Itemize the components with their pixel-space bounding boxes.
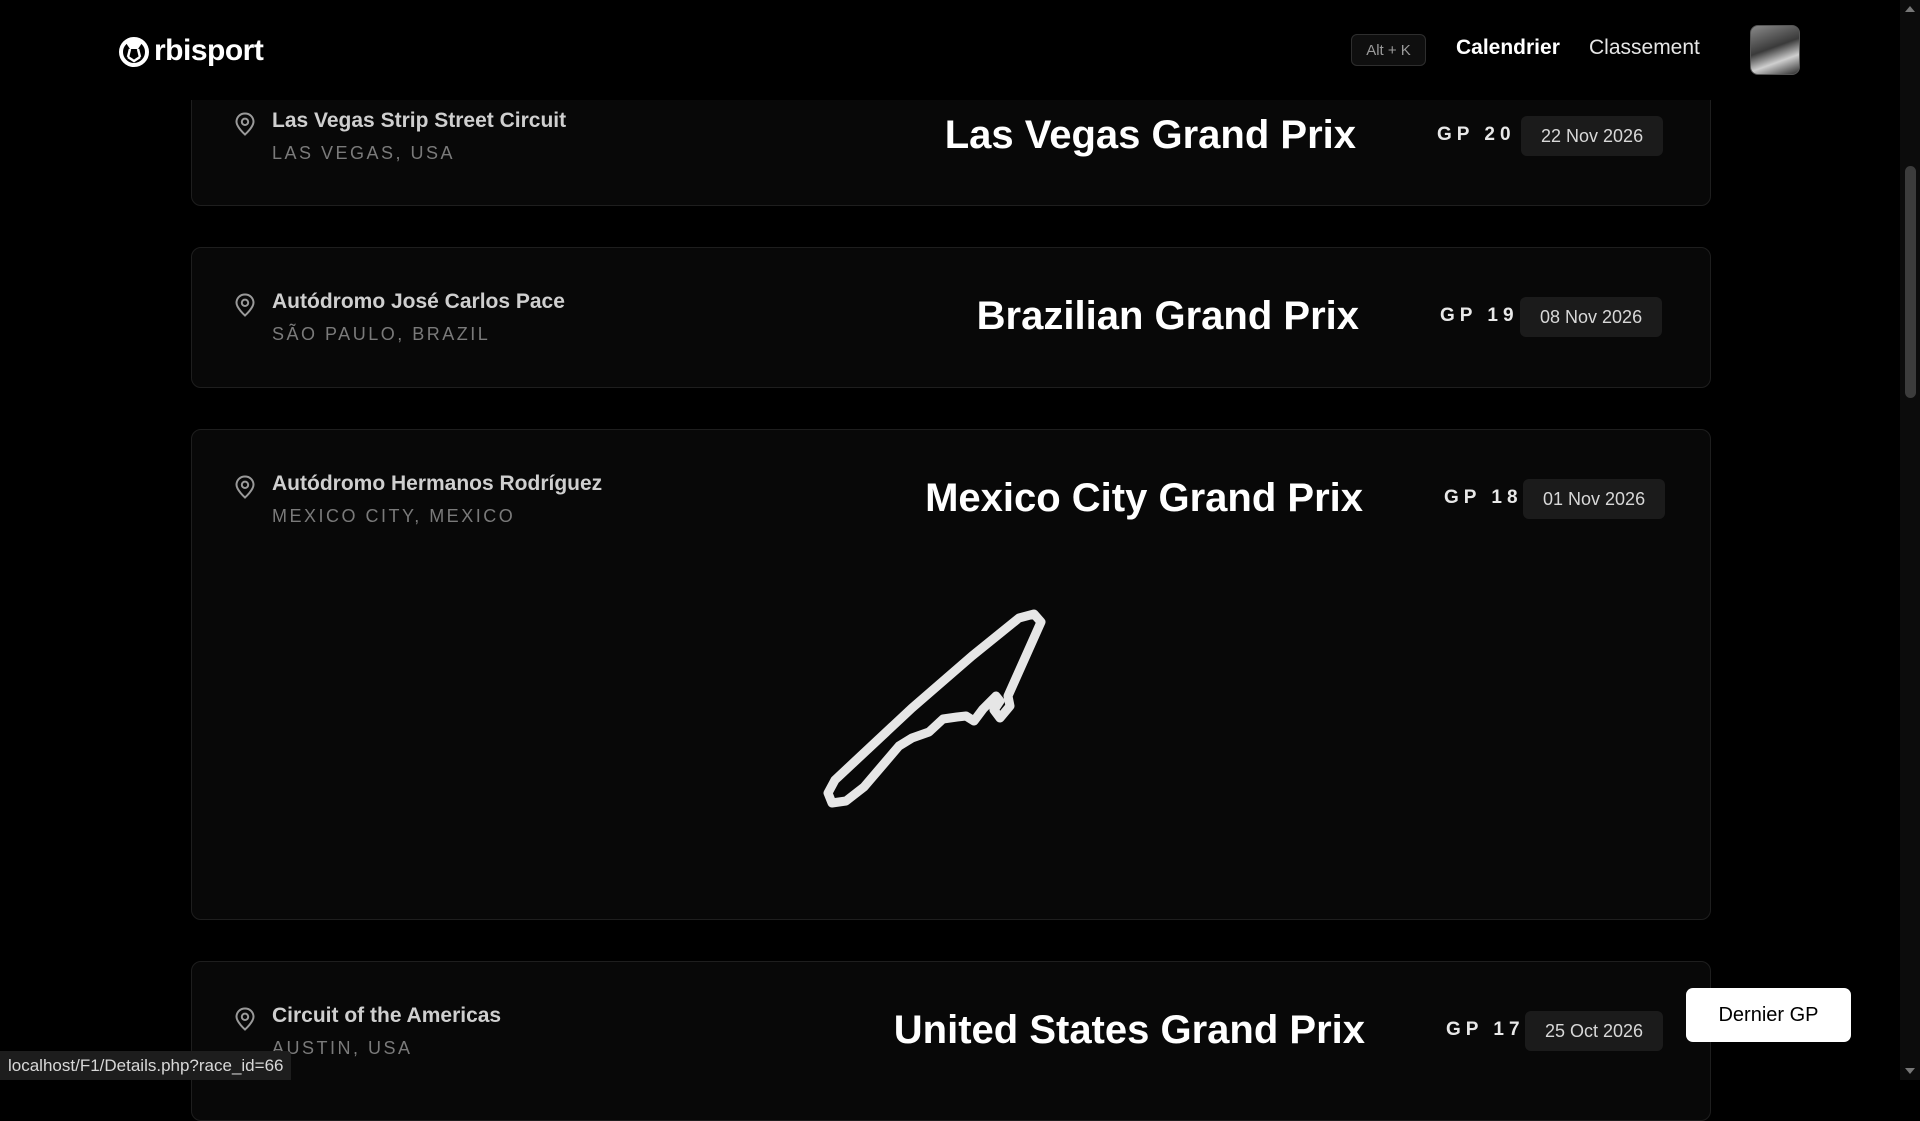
race-card[interactable]: Autódromo Hermanos Rodríguez MEXICO CITY… <box>191 429 1711 920</box>
circuit-name: Circuit of the Americas <box>272 1004 502 1027</box>
race-round: GP 19 <box>1440 305 1519 326</box>
race-date-badge: 08 Nov 2026 <box>1520 297 1663 337</box>
nav-link-calendrier[interactable]: Calendrier <box>1456 36 1560 60</box>
race-round: GP 17 <box>1446 1019 1525 1040</box>
race-date-badge: 25 Oct 2026 <box>1525 1011 1664 1051</box>
page-scrollbar[interactable] <box>1900 0 1920 1080</box>
race-title[interactable]: United States Grand Prix <box>894 1008 1365 1053</box>
top-navbar: rbisport Alt + K Calendrier Classement <box>0 0 1900 100</box>
race-title[interactable]: Brazilian Grand Prix <box>977 294 1359 339</box>
race-round: GP 18 <box>1444 487 1523 508</box>
location-pin-icon <box>235 475 255 499</box>
site-logo[interactable]: rbisport <box>116 30 264 72</box>
race-card[interactable]: Circuit of the Americas AUSTIN, USA Unit… <box>191 961 1711 1121</box>
location-pin-icon <box>235 1007 255 1031</box>
scroll-up-arrow-icon[interactable] <box>1905 6 1915 12</box>
race-title[interactable]: Mexico City Grand Prix <box>925 476 1363 521</box>
scroll-down-arrow-icon[interactable] <box>1905 1068 1915 1074</box>
circuit-location: SÃO PAULO, BRAZIL <box>272 324 491 344</box>
user-avatar[interactable] <box>1750 25 1800 75</box>
race-round: GP 20 <box>1437 124 1516 145</box>
link-status-bar: localhost/F1/Details.php?race_id=66 <box>0 1051 292 1080</box>
circuit-name: Autódromo José Carlos Pace <box>272 290 565 313</box>
circuit-name: Autódromo Hermanos Rodríguez <box>272 472 603 495</box>
location-pin-icon <box>235 293 255 317</box>
orbisport-logo-icon <box>119 37 149 67</box>
race-card[interactable]: Autódromo José Carlos Pace SÃO PAULO, BR… <box>191 247 1711 388</box>
circuit-location: MEXICO CITY, MEXICO <box>272 506 516 526</box>
last-gp-button[interactable]: Dernier GP <box>1686 988 1851 1042</box>
circuit-location: AUSTIN, USA <box>272 1038 413 1058</box>
mexico-city-track-map <box>823 609 1046 808</box>
race-title[interactable]: Las Vegas Grand Prix <box>945 113 1356 158</box>
search-shortcut-hint[interactable]: Alt + K <box>1351 34 1426 66</box>
race-date-badge: 01 Nov 2026 <box>1523 479 1666 519</box>
nav-link-classement[interactable]: Classement <box>1589 36 1700 60</box>
circuit-name: Las Vegas Strip Street Circuit <box>272 109 567 132</box>
logo-text: rbisport <box>154 34 264 67</box>
circuit-location: LAS VEGAS, USA <box>272 143 456 163</box>
scrollbar-thumb[interactable] <box>1905 166 1916 398</box>
location-pin-icon <box>235 112 255 136</box>
race-date-badge: 22 Nov 2026 <box>1521 116 1664 156</box>
